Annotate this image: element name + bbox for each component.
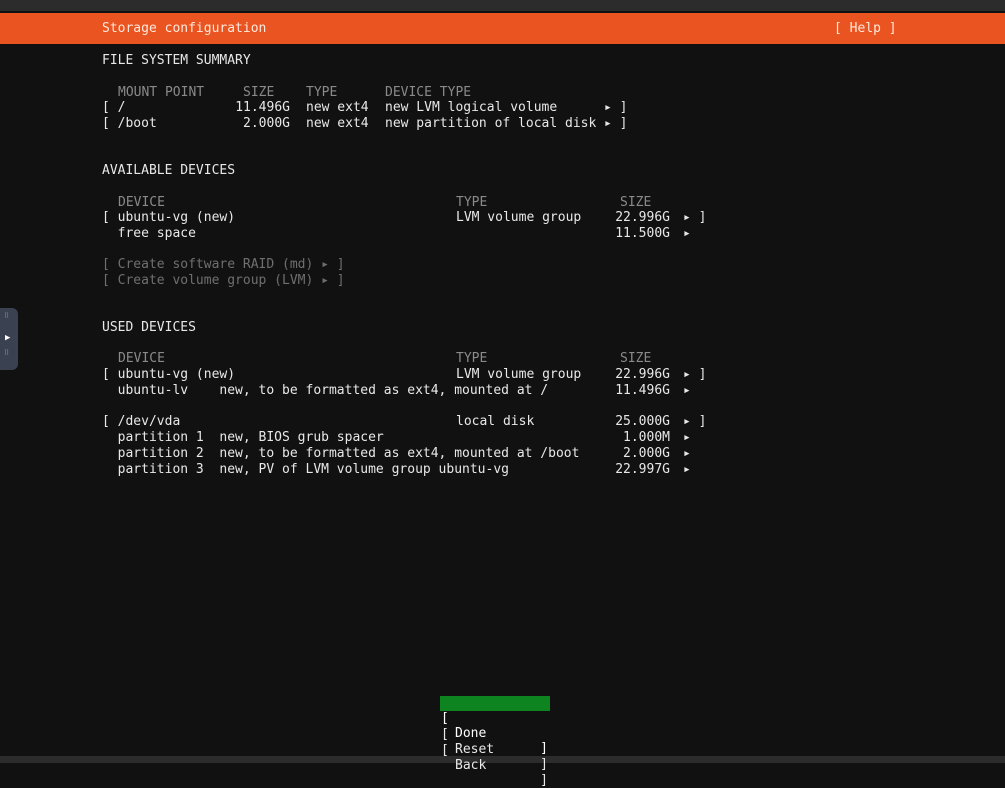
reset-button[interactable]: [ Reset ] (440, 712, 550, 772)
device-name: partition 3 new, PV of LVM volume group … (102, 462, 509, 477)
fs-col-type: TYPE (306, 85, 338, 100)
fs-row-type: new ext4 (306, 100, 369, 115)
create-volume-group-button[interactable]: [ Create volume group (LVM) ▸ ] (102, 273, 345, 289)
button-bracket-close: ] (540, 773, 548, 788)
device-size: 22.996G (615, 210, 670, 225)
title-bar: Storage configuration [ Help ] (0, 13, 1005, 44)
fs-row-device-type: new partition of local disk (385, 116, 597, 131)
done-button[interactable]: [ Done ] (440, 696, 550, 756)
grip-dots-icon: ⠿ (4, 312, 10, 320)
window-top-bar (0, 0, 1005, 11)
device-size: 11.496G (615, 383, 670, 398)
device-name: free space (102, 226, 196, 241)
fs-col-size: SIZE (243, 85, 275, 100)
available-col-device: DEVICE (118, 195, 165, 210)
back-button[interactable]: [ Back ] (440, 728, 550, 788)
used-col-device: DEVICE (118, 351, 165, 366)
device-expand-icon[interactable]: ▸ (683, 383, 691, 399)
device-name: [ ubuntu-vg (new) (102, 367, 236, 382)
fs-col-mount-point: MOUNT POINT (118, 85, 205, 100)
device-name: partition 2 new, to be formatted as ext4… (102, 446, 580, 461)
page-title: Storage configuration (102, 21, 267, 36)
device-expand-icon[interactable]: ▸ (683, 430, 691, 446)
device-name: ubuntu-lv new, to be formatted as ext4, … (102, 383, 549, 398)
available-col-size: SIZE (620, 195, 652, 210)
grip-dots-icon: ⠿ (4, 349, 10, 357)
device-name: [ /dev/vda (102, 414, 181, 429)
expand-arrow-icon: ▶ (5, 333, 11, 343)
device-expand-icon[interactable]: ▸ ] (683, 414, 706, 430)
device-type: LVM volume group (456, 367, 582, 382)
reset-label: Reset (455, 742, 495, 757)
used-col-size: SIZE (620, 351, 652, 366)
device-size: 22.997G (615, 462, 670, 477)
side-panel-handle[interactable]: ⠿ ▶ ⠿ (0, 308, 18, 370)
create-raid-button[interactable]: [ Create software RAID (md) ▸ ] (102, 257, 345, 273)
used-col-type: TYPE (456, 351, 488, 366)
button-bracket-close: ] (540, 757, 548, 772)
window-bottom-bar (0, 756, 1005, 763)
device-expand-icon[interactable]: ▸ (683, 462, 691, 478)
available-devices-heading: AVAILABLE DEVICES (102, 163, 236, 178)
device-size: 1.000M (623, 430, 670, 445)
fs-row-size: 2.000G (243, 116, 290, 131)
button-bracket-open: [ (441, 743, 449, 758)
device-size: 2.000G (623, 446, 670, 461)
device-name: [ ubuntu-vg (new) (102, 210, 236, 225)
fs-row-mount: [ /boot (102, 116, 157, 131)
fs-col-device-type: DEVICE TYPE (385, 85, 472, 100)
device-size: 22.996G (615, 367, 670, 382)
available-col-type: TYPE (456, 195, 488, 210)
fs-row-size: 11.496G (235, 100, 290, 115)
device-size: 11.500G (615, 226, 670, 241)
device-expand-icon[interactable]: ▸ (683, 226, 691, 242)
used-devices-heading: USED DEVICES (102, 320, 196, 335)
device-type: LVM volume group (456, 210, 582, 225)
device-expand-icon[interactable]: ▸ ] (683, 367, 706, 383)
fs-row-device-type: new LVM logical volume (385, 100, 558, 115)
device-expand-icon[interactable]: ▸ (683, 446, 691, 462)
device-expand-icon[interactable]: ▸ ] (683, 210, 706, 226)
help-button[interactable]: [ Help ] (834, 21, 897, 36)
device-type: local disk (456, 414, 535, 429)
device-name: partition 1 new, BIOS grub spacer (102, 430, 384, 445)
fs-row-mount: [ / (102, 100, 126, 115)
device-size: 25.000G (615, 414, 670, 429)
fs-row-type: new ext4 (306, 116, 369, 131)
back-label: Back (455, 758, 487, 773)
fs-summary-heading: FILE SYSTEM SUMMARY (102, 53, 251, 68)
fs-row-expand-icon[interactable]: ▸ ] (604, 116, 627, 132)
fs-row-expand-icon[interactable]: ▸ ] (604, 100, 627, 116)
button-bracket-close: ] (540, 741, 548, 756)
